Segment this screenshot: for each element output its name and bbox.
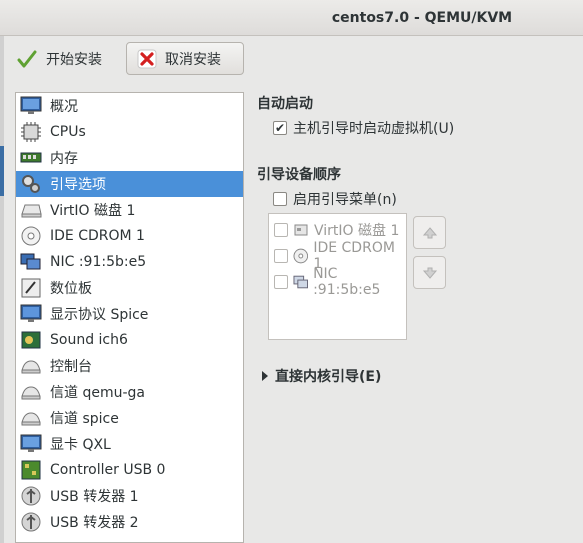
move-down-button[interactable]: [413, 256, 446, 289]
device-list-item[interactable]: 概况: [16, 93, 243, 119]
device-list-item[interactable]: CPUs: [16, 119, 243, 145]
device-list-item[interactable]: 信道 qemu-ga: [16, 379, 243, 405]
channel-icon: [19, 407, 43, 429]
cdrom-icon: [293, 248, 308, 264]
device-list-item-label: 内存: [50, 151, 78, 167]
cdrom-icon: [19, 225, 43, 247]
boot-options-icon: [19, 173, 43, 195]
device-list-item-label: 引导选项: [50, 177, 106, 193]
boot-device-checkbox[interactable]: [274, 223, 288, 237]
boot-device-row[interactable]: VirtIO 磁盘 1: [274, 219, 399, 241]
autostart-header: 自动启动: [257, 96, 313, 112]
device-list-item[interactable]: 显卡 QXL: [16, 431, 243, 457]
tablet-icon: [19, 277, 43, 299]
device-list-item-label: CPUs: [50, 124, 86, 140]
display-icon: [19, 303, 43, 325]
begin-installation-button[interactable]: 开始安装: [6, 42, 118, 75]
nic-icon: [293, 275, 308, 289]
usb-redirector-icon: [19, 511, 43, 533]
device-list-item-label: 显卡 QXL: [50, 437, 111, 453]
background-window-edge: [0, 36, 4, 543]
device-list-item-label: IDE CDROM 1: [50, 228, 145, 244]
serial-icon: [19, 355, 43, 377]
device-list-item-label: VirtIO 磁盘 1: [50, 203, 136, 219]
boot-device-label: VirtIO 磁盘 1: [314, 223, 400, 239]
disk-icon: [294, 224, 308, 236]
device-list-item[interactable]: 控制台: [16, 353, 243, 379]
channel-icon: [19, 381, 43, 403]
autostart-checkbox[interactable]: ✔ 主机引导时启动虚拟机(U): [273, 118, 454, 138]
move-up-button[interactable]: [413, 216, 446, 249]
device-list-item-label: Controller USB 0: [50, 462, 166, 478]
memory-icon: [19, 147, 43, 169]
device-list-item[interactable]: 信道 spice: [16, 405, 243, 431]
usb-controller-icon: [19, 459, 43, 481]
boot-device-list[interactable]: VirtIO 磁盘 1 IDE CDROM 1 NIC :91:5b:e5: [268, 213, 407, 340]
device-list-item-label: USB 转发器 1: [50, 489, 139, 505]
cpu-icon: [19, 121, 43, 143]
device-list-item-label: 数位板: [50, 281, 92, 297]
device-list-item-label: 显示协议 Spice: [50, 307, 149, 323]
device-list-item[interactable]: 引导选项: [16, 171, 243, 197]
autostart-checkbox-box[interactable]: ✔: [273, 121, 287, 135]
hardware-device-list[interactable]: 概况 CPUs 内存引导选项 VirtIO 磁盘 1 IDE CDROM 1 NIC :9…: [15, 92, 244, 543]
window-titlebar[interactable]: centos7.0 - QEMU/KVM: [0, 0, 583, 36]
cancel-x-icon: [137, 49, 157, 68]
device-list-item[interactable]: USB 转发器 1: [16, 483, 243, 509]
boot-device-checkbox[interactable]: [274, 275, 288, 289]
nic-icon: [19, 251, 43, 273]
disk-icon: [19, 199, 43, 221]
cancel-installation-button[interactable]: 取消安装: [126, 42, 244, 75]
usb-redirector-icon: [19, 485, 43, 507]
enable-boot-menu-label: 启用引导菜单(n): [293, 192, 397, 208]
boot-device-row[interactable]: NIC :91:5b:e5: [274, 266, 406, 298]
device-list-item[interactable]: Sound ich6: [16, 327, 243, 353]
arrow-up-icon: [422, 226, 437, 238]
sound-icon: [19, 329, 43, 351]
device-list-item[interactable]: VirtIO 磁盘 1: [16, 197, 243, 223]
arrow-down-icon: [422, 267, 437, 279]
monitor-icon: [19, 95, 43, 117]
device-list-item[interactable]: USB 转发器 2: [16, 509, 243, 535]
device-list-item[interactable]: 内存: [16, 145, 243, 171]
expander-triangle-icon: [262, 371, 268, 381]
boot-device-row[interactable]: IDE CDROM 1: [274, 240, 406, 272]
direct-kernel-boot-label: 直接内核引导(E): [275, 369, 382, 385]
enable-boot-menu-checkbox-box[interactable]: [273, 192, 287, 206]
device-list-item[interactable]: IDE CDROM 1: [16, 223, 243, 249]
boot-order-header: 引导设备顺序: [257, 167, 341, 183]
video-icon: [19, 433, 43, 455]
device-list-item[interactable]: 数位板: [16, 275, 243, 301]
device-list-item-label: 概况: [50, 99, 78, 115]
boot-device-label: NIC :91:5b:e5: [313, 266, 381, 298]
device-list-item[interactable]: Controller USB 0: [16, 457, 243, 483]
begin-installation-label: 开始安装: [46, 51, 102, 68]
boot-device-checkbox[interactable]: [274, 249, 288, 263]
device-list-item-label: USB 转发器 2: [50, 515, 139, 531]
device-list-item-label: NIC :91:5b:e5: [50, 254, 147, 270]
device-list-item-label: 信道 qemu-ga: [50, 385, 145, 401]
device-list-item[interactable]: NIC :91:5b:e5: [16, 249, 243, 275]
device-list-item-label: 信道 spice: [50, 411, 119, 427]
direct-kernel-boot-expander[interactable]: 直接内核引导(E): [261, 366, 381, 386]
checkmark-icon: [17, 50, 37, 67]
device-list-item[interactable]: 显示协议 Spice: [16, 301, 243, 327]
cancel-installation-label: 取消安装: [165, 51, 221, 68]
device-list-item-label: Sound ich6: [50, 332, 128, 348]
device-list-item-label: 控制台: [50, 359, 92, 375]
enable-boot-menu-checkbox[interactable]: 启用引导菜单(n): [273, 189, 397, 209]
window-title: centos7.0 - QEMU/KVM: [331, 10, 513, 26]
autostart-checkbox-label: 主机引导时启动虚拟机(U): [293, 121, 455, 137]
